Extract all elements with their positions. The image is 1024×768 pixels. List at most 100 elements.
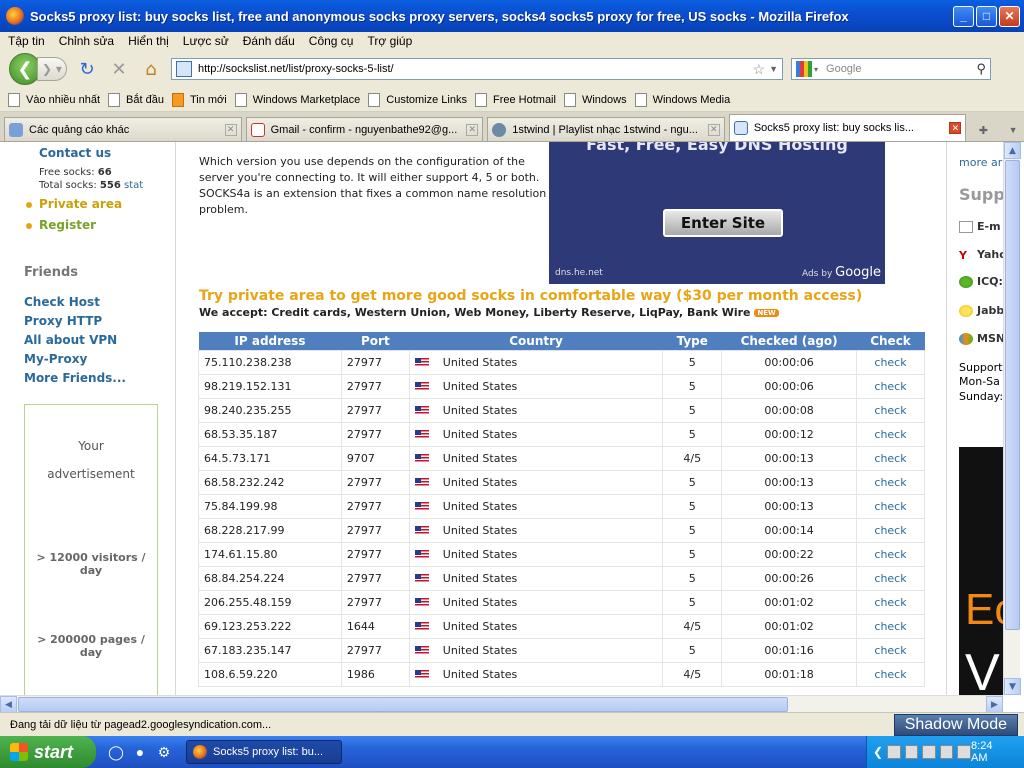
search-input[interactable]: Google xyxy=(826,63,976,75)
bookmark-most-visited[interactable]: Vào nhiều nhất xyxy=(8,92,100,107)
check-link[interactable]: check xyxy=(856,661,925,687)
bookmark-getting-started[interactable]: Bắt đầu xyxy=(108,92,164,107)
tab-list-button[interactable]: ▼ xyxy=(1002,119,1024,141)
menu-bookmarks[interactable]: Đánh dấu xyxy=(237,34,301,48)
bookmark-star-icon[interactable]: ☆ xyxy=(753,61,766,78)
cell-country: United States xyxy=(408,421,664,447)
scroll-down-icon[interactable]: ▼ xyxy=(1004,678,1021,695)
taskbar-item-firefox[interactable]: Socks5 proxy list: bu... xyxy=(186,740,342,764)
ads-by-google[interactable]: Ads by Google xyxy=(802,265,881,280)
stop-button[interactable]: ✕ xyxy=(107,57,131,81)
menu-history[interactable]: Lược sử xyxy=(177,34,235,48)
menu-edit[interactable]: Chỉnh sửa xyxy=(53,34,120,48)
private-area-promo[interactable]: Try private area to get more good socks … xyxy=(199,288,862,304)
bookmark-free-hotmail[interactable]: Free Hotmail xyxy=(474,92,556,107)
advertisement-box[interactable]: Your advertisement > 12000 visitors / da… xyxy=(24,404,158,695)
app-quicklaunch-icon[interactable]: ⚙ xyxy=(154,742,174,762)
check-link[interactable]: check xyxy=(856,397,925,423)
start-button[interactable]: start xyxy=(0,736,96,768)
bookmark-customize-links[interactable]: Customize Links xyxy=(368,92,467,107)
horizontal-scroll-thumb[interactable] xyxy=(18,697,788,712)
scroll-right-icon[interactable]: ▶ xyxy=(986,696,1003,713)
friend-link-proxy-http[interactable]: Proxy HTTP xyxy=(24,314,102,328)
friend-link-vpn[interactable]: All about VPN xyxy=(24,333,117,347)
menu-view[interactable]: Hiển thị xyxy=(122,34,175,48)
friend-link-more[interactable]: More Friends... xyxy=(24,371,126,385)
support-yahoo[interactable]: YYaho xyxy=(959,248,1003,262)
minimize-button[interactable]: _ xyxy=(953,5,974,27)
side-banner-ad[interactable]: Ec V xyxy=(959,447,1003,695)
tab-close-icon[interactable]: ✕ xyxy=(707,123,720,136)
support-msn[interactable]: MSN xyxy=(959,332,1003,345)
bookmark-windows[interactable]: Windows xyxy=(563,92,627,107)
tray-app-icon[interactable] xyxy=(939,745,954,759)
tab-close-icon[interactable]: ✕ xyxy=(466,123,479,136)
check-link[interactable]: check xyxy=(856,613,925,639)
home-button[interactable]: ⌂ xyxy=(139,57,163,81)
ie-quicklaunch-icon[interactable]: ◯ xyxy=(106,742,126,762)
address-bar[interactable]: http://sockslist.net/list/proxy-socks-5-… xyxy=(171,58,783,80)
check-link[interactable]: check xyxy=(856,349,925,375)
engine-dropdown-icon[interactable]: ▾ xyxy=(814,65,818,74)
menu-file[interactable]: Tập tin xyxy=(2,34,51,48)
tray-app-icon[interactable] xyxy=(957,745,972,759)
tab-socks5[interactable]: Socks5 proxy list: buy socks lis... ✕ xyxy=(728,114,967,141)
check-link[interactable]: check xyxy=(856,589,925,615)
check-link[interactable]: check xyxy=(856,373,925,399)
close-button[interactable]: ✕ xyxy=(999,5,1020,27)
address-input[interactable]: http://sockslist.net/list/proxy-socks-5-… xyxy=(198,63,753,75)
friend-link-check-host[interactable]: Check Host xyxy=(24,295,100,309)
check-link[interactable]: check xyxy=(856,421,925,447)
bookmark-windows-marketplace[interactable]: Windows Marketplace xyxy=(234,92,360,107)
tab-close-icon[interactable]: ✕ xyxy=(224,123,237,136)
enter-site-button[interactable]: Enter Site xyxy=(663,209,783,237)
cell-port: 27977 xyxy=(340,541,410,567)
tab-ads[interactable]: Các quảng cáo khác ✕ xyxy=(4,117,242,141)
tray-app-icon[interactable] xyxy=(904,745,919,759)
tray-expand-icon[interactable]: ❮ xyxy=(873,745,883,759)
shadow-mode-button[interactable]: Shadow Mode xyxy=(893,713,1018,736)
reload-button[interactable]: ↻ xyxy=(75,57,99,81)
vertical-scrollbar[interactable]: ▲ ▼ xyxy=(1003,142,1021,695)
search-icon[interactable]: ⚲ xyxy=(976,61,986,77)
us-flag-icon xyxy=(414,454,429,463)
support-email[interactable]: E-m xyxy=(959,220,1001,233)
tray-app-icon[interactable] xyxy=(887,745,901,759)
search-bar[interactable]: ▾ Google ⚲ xyxy=(791,58,991,80)
tray-app-icon[interactable] xyxy=(922,745,936,759)
vertical-scroll-thumb[interactable] xyxy=(1005,160,1020,630)
tab-gmail[interactable]: Gmail - confirm - nguyenbathe92@g... ✕ xyxy=(245,117,484,141)
cell-ip: 98.219.152.131 xyxy=(198,373,342,399)
address-dropdown-icon[interactable]: ▼ xyxy=(769,64,778,74)
support-jabber[interactable]: Jabb xyxy=(959,304,1003,317)
menu-tools[interactable]: Công cụ xyxy=(303,34,360,48)
tab-playlist[interactable]: 1stwind | Playlist nhạc 1stwind - ngu...… xyxy=(487,117,725,141)
horizontal-scrollbar[interactable]: ◀ ▶ xyxy=(0,695,1003,713)
friend-link-my-proxy[interactable]: My-Proxy xyxy=(24,352,87,366)
tab-close-icon[interactable]: ✕ xyxy=(949,122,962,134)
maximize-button[interactable]: □ xyxy=(976,5,997,27)
contact-us-link[interactable]: Contact us xyxy=(39,146,111,160)
check-link[interactable]: check xyxy=(856,445,925,471)
check-link[interactable]: check xyxy=(856,637,925,663)
register-link[interactable]: Register xyxy=(39,218,96,232)
private-area-link[interactable]: Private area xyxy=(39,197,122,211)
bookmark-latest-news[interactable]: Tin mới xyxy=(171,92,227,107)
stat-link[interactable]: stat xyxy=(124,180,143,191)
check-link[interactable]: check xyxy=(856,565,925,591)
check-link[interactable]: check xyxy=(856,493,925,519)
more-link[interactable]: more ar xyxy=(959,156,1002,169)
firefox-quicklaunch-icon[interactable]: ● xyxy=(130,742,150,762)
google-engine-icon[interactable] xyxy=(796,61,812,77)
support-icq[interactable]: ICQ: xyxy=(959,275,1003,288)
scroll-up-icon[interactable]: ▲ xyxy=(1004,142,1021,159)
check-link[interactable]: check xyxy=(856,541,925,567)
check-link[interactable]: check xyxy=(856,517,925,543)
forward-button[interactable]: ❯ ▾ xyxy=(37,57,67,81)
bookmark-windows-media[interactable]: Windows Media xyxy=(634,92,730,107)
dns-hosting-ad[interactable]: Fast, Free, Easy DNS Hosting Enter Site … xyxy=(549,142,885,284)
scroll-left-icon[interactable]: ◀ xyxy=(0,696,17,713)
check-link[interactable]: check xyxy=(856,469,925,495)
new-tab-button[interactable]: ✚ xyxy=(972,119,994,141)
menu-help[interactable]: Trợ giúp xyxy=(361,34,418,48)
